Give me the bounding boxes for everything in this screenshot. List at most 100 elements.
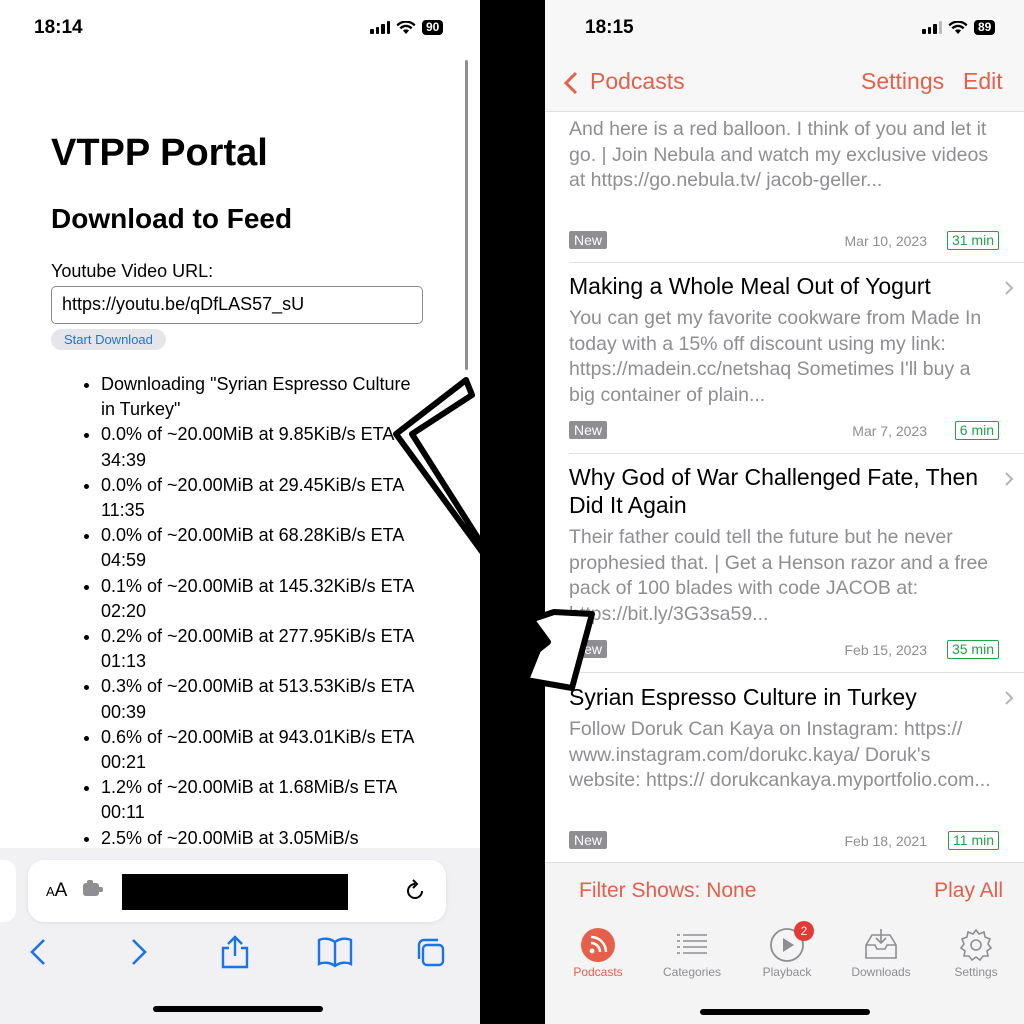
youtube-url-input[interactable]: https://youtu.be/qDfLAS57_sU [51,286,423,324]
log-item: 0.6% of ~20.00MiB at 943.01KiB/s ETA 00:… [101,725,421,775]
chevron-right-icon [1005,691,1014,705]
tab-label: Categories [662,965,722,979]
episode-date: Feb 15, 2023 [844,642,927,658]
podcasts-icon [581,928,615,962]
play-all-button[interactable]: Play All [934,879,1003,903]
tab-label: Podcasts [573,965,623,979]
cellular-signal-icon [370,21,390,34]
address-bar[interactable]: AA [28,860,446,922]
new-badge: New [569,231,608,249]
battery-icon: 89 [974,20,996,35]
tab-label: Settings [954,965,998,979]
new-badge: New [569,421,608,439]
episode-meta: New Mar 10, 2023 31 min [569,231,999,251]
new-badge: New [569,831,608,849]
episode-duration: 6 min [954,421,999,440]
home-indicator [700,1009,870,1015]
browser-nav-buttons [0,934,480,974]
log-item: 0.0% of ~20.00MiB at 29.45KiB/s ETA 11:3… [101,473,421,523]
download-log: Downloading "Syrian Espresso Culture in … [101,372,421,851]
chevron-right-icon [1005,472,1014,486]
episode-row[interactable]: And here is a red balloon. I think of yo… [569,117,1009,250]
status-icons: 89 [922,20,996,35]
playback-count-badge: 2 [794,921,814,941]
episode-description: You can get my favorite cookware from Ma… [569,307,982,406]
reload-icon[interactable] [402,878,428,904]
start-download-button[interactable]: Start Download [51,329,166,350]
page-subtitle: Download to Feed [51,203,293,234]
settings-button[interactable]: Settings [861,68,944,95]
share-icon[interactable] [218,934,252,970]
episode-date: Feb 18, 2021 [844,833,927,849]
episode-meta: New Feb 15, 2023 35 min [569,640,999,660]
filter-shows-button[interactable]: Filter Shows: None [579,879,756,903]
status-bar: 18:14 90 [0,0,480,58]
downloads-tray-icon [865,929,897,959]
tab-settings[interactable]: Settings [931,927,1021,979]
tab-playback[interactable]: 2 Playback [742,921,832,979]
web-page-content: VTPP Portal Download to Feed Youtube Vid… [51,132,471,851]
status-icons: 90 [370,20,444,35]
bookmarks-icon[interactable] [316,934,354,970]
episode-description: Follow Doruk Can Kaya on Instagram: http… [569,718,991,791]
log-item: 0.2% of ~20.00MiB at 277.95KiB/s ETA 01:… [101,624,421,674]
tab-label: Playback [762,965,812,979]
back-to-podcasts-button[interactable]: Podcasts [590,68,685,95]
right-phone-screen: 18:15 89 Podcasts Settings Edit And here… [545,0,1024,1024]
cellular-signal-icon [922,21,942,34]
wifi-icon [948,20,968,34]
chevron-right-icon [1005,281,1014,295]
url-field-label: Youtube Video URL: [51,261,214,281]
top-bar: 18:15 89 Podcasts Settings Edit [545,0,1024,112]
tab-podcasts[interactable]: Podcasts [553,927,643,979]
episode-meta: New Mar 7, 2023 6 min [569,421,999,441]
episode-row[interactable]: Why God of War Challenged Fate, Then Did… [569,463,1009,659]
extension-icon[interactable] [82,880,104,898]
tabs-icon[interactable] [414,934,448,970]
back-icon[interactable] [22,934,56,970]
episode-title: Why God of War Challenged Fate, Then Did… [569,464,979,518]
forward-icon[interactable] [121,934,155,970]
edit-button[interactable]: Edit [963,68,1003,95]
log-item: 0.1% of ~20.00MiB at 145.32KiB/s ETA 02:… [101,574,421,624]
episode-row[interactable]: Making a Whole Meal Out of Yogurt You ca… [569,272,1009,440]
log-item: 1.2% of ~20.00MiB at 1.68MiB/s ETA 00:11 [101,775,421,825]
divider [569,453,1024,454]
episode-duration: 35 min [946,640,999,659]
tab-label: Downloads [851,965,911,979]
tab-downloads[interactable]: Downloads [836,927,926,979]
home-indicator [153,1006,323,1012]
previous-tab-edge[interactable] [0,860,16,922]
tab-categories[interactable]: Categories [647,927,737,979]
episode-duration: 31 min [946,231,999,250]
categories-icon [677,934,707,954]
wifi-icon [396,20,416,34]
log-item: Downloading "Syrian Espresso Culture in … [101,372,421,422]
battery-icon: 90 [422,20,444,35]
redacted-url [122,874,348,910]
episode-duration: 11 min [948,831,999,850]
reader-options-button[interactable]: AA [46,880,67,902]
log-item: 0.3% of ~20.00MiB at 513.53KiB/s ETA 00:… [101,674,421,724]
left-phone-screen: 18:14 90 VTPP Portal Download to Feed Yo… [0,0,480,1024]
browser-toolbar: AA [0,848,480,1024]
episode-row[interactable]: Syrian Espresso Culture in Turkey Follow… [569,683,1009,850]
status-time: 18:14 [34,17,83,38]
log-item: 0.0% of ~20.00MiB at 68.28KiB/s ETA 04:5… [101,523,421,573]
divider [569,672,1024,673]
divider [569,262,1024,263]
page-title: VTPP Portal [51,132,268,174]
episode-description: And here is a red balloon. I think of yo… [569,118,989,191]
status-time: 18:15 [585,17,634,38]
episode-meta: New Feb 18, 2021 11 min [569,831,999,851]
episode-title: Syrian Espresso Culture in Turkey [569,684,917,710]
gear-icon [959,928,993,962]
log-item: 0.0% of ~20.00MiB at 9.85KiB/s ETA 34:39 [101,422,421,472]
bottom-bar: Filter Shows: None Play All Podcasts Cat… [545,862,1024,1024]
episode-date: Mar 7, 2023 [852,423,927,439]
chevron-left-icon[interactable] [563,71,579,95]
new-badge: New [569,640,608,658]
episode-description: Their father could tell the future but h… [569,526,989,625]
episode-title: Making a Whole Meal Out of Yogurt [569,273,931,299]
episode-date: Mar 10, 2023 [844,233,928,249]
